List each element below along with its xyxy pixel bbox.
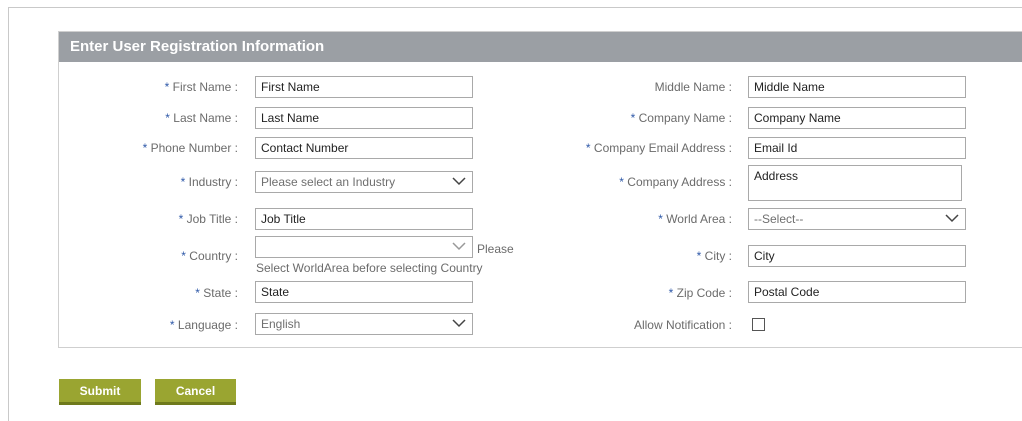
company-email-input[interactable] (748, 137, 966, 159)
last-name-label: * Last Name : (165, 111, 238, 125)
world-area-select[interactable]: --Select-- (748, 208, 966, 230)
industry-select-value: Please select an Industry (261, 175, 396, 189)
allow-notification-label: Allow Notification : (633, 318, 732, 332)
company-address-textarea[interactable]: Address (748, 165, 962, 201)
world-area-select-value: --Select-- (754, 212, 804, 226)
city-label: * City : (696, 249, 732, 263)
world-area-label: * World Area : (658, 212, 732, 226)
country-note-inline: Please (477, 242, 514, 256)
last-name-input[interactable] (255, 107, 473, 129)
city-input[interactable] (748, 245, 966, 267)
company-address-label: * Company Address : (619, 175, 732, 189)
page-frame-left (8, 7, 9, 421)
industry-label: * Industry : (180, 175, 238, 189)
zip-code-label: * Zip Code : (668, 286, 732, 300)
company-name-input[interactable] (748, 107, 966, 129)
language-label: * Language : (169, 318, 238, 332)
country-label: * Country : (181, 249, 238, 263)
phone-number-label: * Phone Number : (142, 141, 238, 155)
cancel-button[interactable]: Cancel (155, 379, 236, 405)
chevron-down-icon (452, 242, 466, 251)
submit-button[interactable]: Submit (59, 379, 141, 405)
chevron-down-icon (945, 214, 959, 223)
allow-notification-checkbox[interactable] (752, 318, 765, 331)
zip-code-input[interactable] (748, 281, 966, 303)
job-title-label: * Job Title : (178, 212, 238, 226)
page-frame-top (8, 7, 1022, 8)
language-select[interactable]: English (255, 313, 473, 335)
middle-name-label: Middle Name : (654, 80, 732, 94)
job-title-input[interactable] (255, 208, 473, 230)
country-select[interactable] (255, 236, 473, 258)
first-name-label: * First Name : (164, 80, 238, 94)
company-email-label: * Company Email Address : (585, 141, 732, 155)
language-select-value: English (261, 317, 301, 331)
chevron-down-icon (452, 177, 466, 186)
first-name-input[interactable] (255, 76, 473, 98)
country-note-below: Select WorldArea before selecting Countr… (256, 261, 483, 275)
company-name-label: * Company Name : (630, 111, 732, 125)
phone-number-input[interactable] (255, 137, 473, 159)
middle-name-input[interactable] (748, 76, 966, 98)
panel-title: Enter User Registration Information (59, 32, 1022, 62)
industry-select[interactable]: Please select an Industry (255, 171, 473, 193)
state-label: * State : (195, 286, 238, 300)
state-input[interactable] (255, 281, 473, 303)
chevron-down-icon (452, 319, 466, 328)
